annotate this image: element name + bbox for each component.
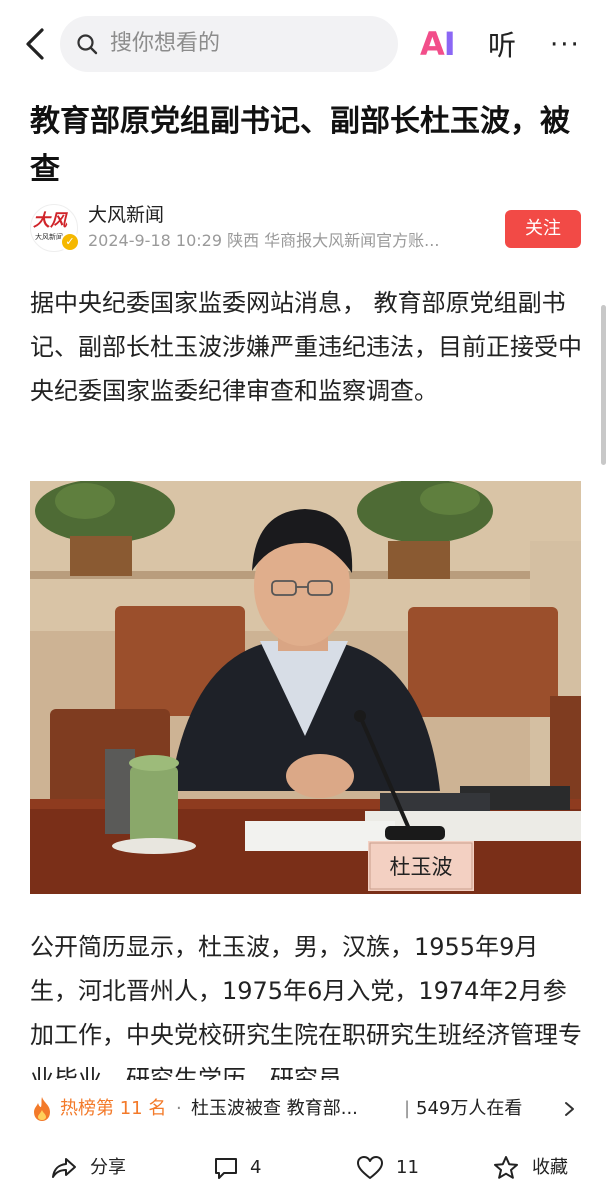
hot-topic-title: 杜玉波被查 教育部... xyxy=(191,1098,358,1119)
bottom-action-bar: 分享 4 11 收藏 xyxy=(0,1138,611,1200)
author-logo-text: 大风 xyxy=(33,211,67,231)
star-icon xyxy=(494,1156,518,1179)
share-label: 分享 xyxy=(90,1157,126,1178)
article-meta: 2024-9-18 10:29 陕西 华商报大风新闻官方账... xyxy=(88,231,440,250)
like-button[interactable]: 11 xyxy=(356,1150,426,1186)
listen-button[interactable]: 听 xyxy=(488,28,516,64)
chevron-right-icon xyxy=(565,1102,574,1116)
ai-label-i: I xyxy=(443,25,456,63)
share-icon xyxy=(52,1158,76,1178)
hot-list-bar[interactable]: 热榜第 11 名 · 杜玉波被查 教育部... | 549万人在看 xyxy=(0,1082,611,1138)
more-options-button[interactable]: ··· xyxy=(550,30,581,60)
article-title: 教育部原党组副书记、副部长杜玉波，被查 xyxy=(30,104,570,187)
article-photo[interactable]: 杜玉波 xyxy=(30,481,581,894)
nameplate-text: 杜玉波 xyxy=(390,855,453,879)
favorite-label: 收藏 xyxy=(532,1157,568,1178)
scrollbar[interactable] xyxy=(601,305,606,465)
comment-count: 4 xyxy=(250,1157,262,1178)
comment-button[interactable]: 4 xyxy=(212,1150,282,1186)
hot-viewer-count: 549万人在看 xyxy=(416,1098,523,1119)
comment-icon xyxy=(215,1158,237,1179)
fire-icon xyxy=(34,1097,50,1121)
search-bar[interactable]: 搜你想看的 xyxy=(60,16,398,72)
favorite-button[interactable]: 收藏 xyxy=(492,1150,582,1186)
like-count: 11 xyxy=(396,1157,419,1178)
hot-rank-label: 热榜第 11 名 xyxy=(60,1098,167,1119)
top-bar: 搜你想看的 AI 听 ··· xyxy=(0,0,611,92)
hot-separator: | xyxy=(404,1098,411,1119)
verified-badge-icon: ✓ xyxy=(60,232,80,252)
ai-label-a: A xyxy=(420,25,445,63)
article-paragraph-1: 据中央纪委国家监委网站消息， 教育部原党组副书记、副部长杜玉波涉嫌严重违纪违法，… xyxy=(30,289,582,405)
author-row: 大风 大风新闻 ✓ 大风新闻 2024-9-18 10:29 陕西 华商报大风新… xyxy=(30,202,586,258)
author-logo-subtext: 大风新闻 xyxy=(35,233,63,241)
search-placeholder: 搜你想看的 xyxy=(110,31,221,56)
back-arrow-icon[interactable] xyxy=(20,26,52,62)
ai-button[interactable]: AI xyxy=(420,24,456,64)
hot-dot-separator: · xyxy=(176,1098,182,1119)
follow-button[interactable]: 关注 xyxy=(505,210,581,248)
author-name[interactable]: 大风新闻 xyxy=(88,202,164,228)
photo-illustration: 杜玉波 xyxy=(30,481,581,894)
heart-icon xyxy=(357,1156,383,1179)
share-button[interactable]: 分享 xyxy=(50,1150,140,1186)
article-paragraph-2: 公开简历显示，杜玉波，男，汉族，1955年9月生，河北晋州人，1975年6月入党… xyxy=(30,933,582,1080)
search-icon xyxy=(77,34,98,55)
